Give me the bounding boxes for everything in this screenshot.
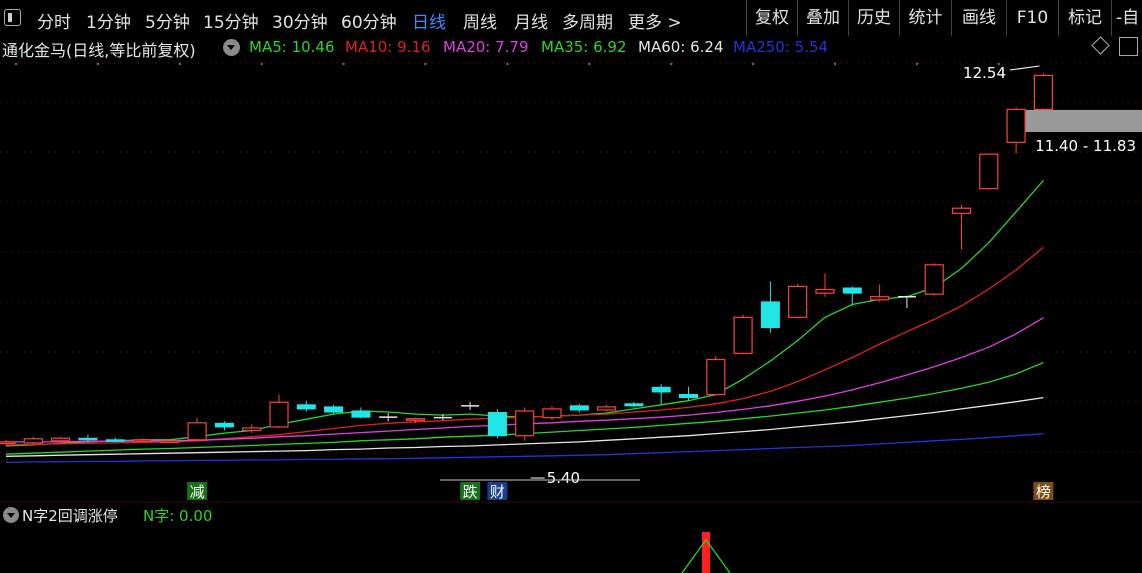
ma10-label: MA10: 9.16	[345, 38, 431, 56]
window-square-icon[interactable]	[1119, 37, 1138, 56]
diamond-icon[interactable]	[1091, 36, 1110, 55]
top-dot	[915, 62, 919, 66]
candle-body	[23, 438, 43, 444]
top-dot	[751, 62, 755, 66]
top-dot	[96, 62, 100, 66]
candle-body	[842, 287, 862, 294]
event-marker-label: 榜	[1036, 483, 1051, 501]
candle-body	[0, 441, 16, 445]
sub-indicator-dropdown-icon[interactable]	[3, 507, 19, 523]
candle-body	[78, 437, 98, 441]
candle-body	[542, 408, 562, 419]
ma250-label: MA250: 5.54	[733, 38, 829, 56]
sub-indicator-value: N字: 0.00	[143, 507, 213, 525]
candle-body	[788, 285, 808, 318]
top-dot	[260, 62, 263, 66]
candle-body	[869, 296, 890, 301]
candle-body	[187, 422, 207, 441]
candle-body	[569, 405, 589, 411]
candle-body	[760, 301, 780, 329]
price-band	[1022, 109, 1142, 133]
top-dot	[997, 62, 1000, 66]
candle-body	[979, 153, 999, 190]
candle-body	[214, 422, 234, 428]
event-marker-label: 财	[490, 483, 505, 501]
candle-body	[405, 418, 426, 421]
top-dot	[342, 62, 345, 66]
price-band-label: 11.40 - 11.83	[1035, 137, 1136, 155]
candle-body	[160, 440, 180, 443]
chart-legend: 通化金马(日线,等比前复权) MA5: 10.46 MA10: 9.16 MA2…	[0, 36, 1142, 61]
legend-dropdown-icon[interactable]	[223, 39, 240, 56]
candle-body	[733, 316, 753, 354]
candle-body	[487, 412, 507, 437]
ma35-label: MA35: 6.92	[541, 38, 627, 56]
high-price-label: 12.54	[963, 64, 1006, 82]
event-marker-label: 减	[190, 483, 205, 501]
top-dot	[833, 62, 837, 66]
candle-body	[242, 427, 262, 432]
candle-body	[706, 358, 726, 396]
event-marker-label: 跌	[463, 483, 478, 501]
stock-title: 通化金马(日线,等比前复权)	[2, 41, 196, 60]
candle-body	[596, 406, 617, 411]
top-dot	[670, 62, 673, 66]
candle-body	[651, 386, 671, 393]
candle-body	[324, 406, 344, 413]
candle-body	[815, 288, 835, 294]
candle-body	[1006, 108, 1026, 143]
candle-body	[1033, 74, 1054, 111]
candle-body	[679, 394, 698, 399]
candle-body	[624, 403, 644, 407]
top-dot	[178, 62, 181, 66]
candle-body	[50, 437, 71, 442]
top-dot	[588, 62, 591, 66]
ma5-label: MA5: 10.46	[249, 38, 335, 56]
ma20-label: MA20: 7.79	[443, 38, 529, 56]
ma-line-ma5	[5, 179, 1044, 447]
candle-body	[132, 439, 153, 442]
candle-body	[269, 401, 289, 428]
main-chart[interactable]: 11.40 - 11.83 12.54 5.40 减 跌财 榜	[0, 0, 1142, 573]
top-dot	[506, 62, 509, 66]
low-price-label: 5.40	[547, 469, 580, 487]
candle-body	[105, 439, 125, 442]
candle-body	[296, 404, 316, 410]
ma60-label: MA60: 6.24	[638, 38, 724, 56]
top-dot	[424, 62, 427, 66]
top-dot	[14, 62, 18, 66]
sub-indicator-title: N字2回调涨停	[22, 507, 118, 525]
signal-bar	[702, 532, 710, 573]
candle-body	[351, 410, 371, 418]
candle-body	[924, 264, 944, 295]
candle-body	[515, 410, 535, 437]
high-arrow-line	[1009, 65, 1040, 71]
candle-body	[951, 207, 972, 214]
